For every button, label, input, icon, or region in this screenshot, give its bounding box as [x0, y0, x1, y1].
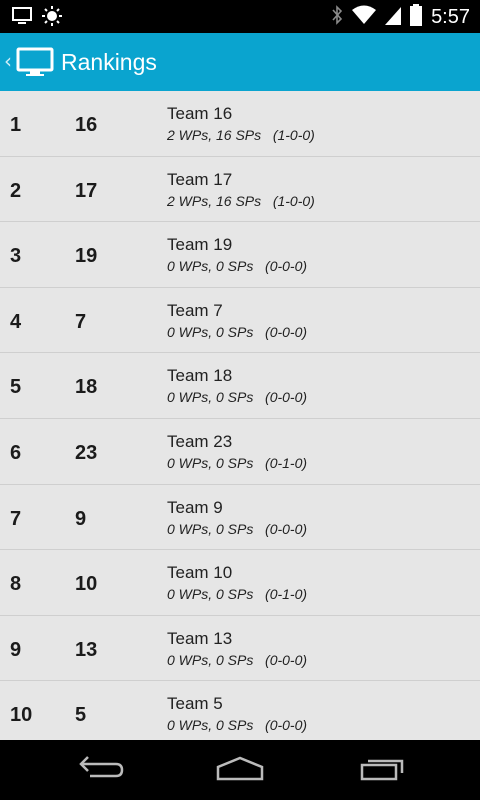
signal-icon: [385, 5, 402, 29]
recent-apps-icon: [358, 755, 406, 785]
team-stats: 0 WPs, 0 SPs (0-0-0): [167, 389, 308, 406]
back-icon: [76, 754, 124, 786]
rank-position: 4: [10, 310, 22, 333]
bluetooth-icon: [331, 4, 343, 30]
team-name: Team 19: [167, 235, 233, 255]
team-stats: 0 WPs, 0 SPs (0-0-0): [167, 520, 308, 537]
list-item[interactable]: 7 9 Team 9 0 WPs, 0 SPs (0-0-0): [0, 485, 480, 551]
team-stats: 2 WPs, 16 SPs (1-0-0): [167, 192, 315, 209]
team-name: Team 10: [167, 563, 233, 583]
list-item[interactable]: 6 23 Team 23 0 WPs, 0 SPs (0-1-0): [0, 419, 480, 485]
team-name: Team 7: [167, 300, 223, 320]
list-item[interactable]: 8 10 Team 10 0 WPs, 0 SPs (0-1-0): [0, 550, 480, 616]
team-stats: 0 WPs, 0 SPs (0-0-0): [167, 651, 308, 668]
screen-notification-icon: [12, 7, 32, 29]
rank-position: 7: [10, 507, 22, 530]
team-name: Team 17: [167, 169, 233, 189]
team-name: Team 9: [167, 497, 223, 517]
team-number: 13: [75, 638, 98, 661]
team-stats: 0 WPs, 0 SPs (0-1-0): [167, 586, 308, 603]
list-item[interactable]: 2 17 Team 17 2 WPs, 16 SPs (1-0-0): [0, 157, 480, 223]
team-name: Team 13: [167, 628, 233, 648]
list-item[interactable]: 4 7 Team 7 0 WPs, 0 SPs (0-0-0): [0, 288, 480, 354]
team-stats: 0 WPs, 0 SPs (0-0-0): [167, 258, 308, 275]
home-button[interactable]: [214, 754, 266, 786]
home-icon: [215, 755, 265, 785]
rank-position: 8: [10, 573, 22, 596]
clock: 5:57: [431, 6, 470, 28]
team-name: Team 16: [167, 104, 233, 123]
wifi-icon: [352, 5, 377, 29]
recent-apps-button[interactable]: [356, 754, 408, 786]
team-number: 9: [75, 507, 87, 530]
brightness-icon: [42, 6, 62, 30]
rank-position: 1: [10, 114, 22, 136]
rank-position: 3: [10, 245, 22, 268]
team-number: 7: [75, 310, 87, 333]
team-number: 16: [75, 114, 98, 136]
rank-position: 9: [10, 638, 22, 661]
status-bar: 5:57: [0, 0, 480, 33]
team-number: 18: [75, 376, 98, 399]
list-item[interactable]: 9 13 Team 13 0 WPs, 0 SPs (0-0-0): [0, 616, 480, 682]
team-name: Team 18: [167, 366, 233, 386]
list-item[interactable]: 10 5 Team 5 0 WPs, 0 SPs (0-0-0): [0, 681, 480, 740]
rank-position: 10: [10, 704, 33, 727]
navigation-bar: [0, 740, 480, 800]
team-number: 19: [75, 245, 98, 268]
up-caret-icon[interactable]: ‹: [4, 49, 12, 73]
list-item[interactable]: 5 18 Team 18 0 WPs, 0 SPs (0-0-0): [0, 353, 480, 419]
battery-icon: [410, 4, 423, 30]
team-stats: 0 WPs, 0 SPs (0-0-0): [167, 717, 308, 734]
team-number: 10: [75, 573, 98, 596]
rank-position: 2: [10, 179, 22, 202]
list-item[interactable]: 1 16 Team 16 2 WPs, 16 SPs (1-0-0): [0, 91, 480, 157]
list-item[interactable]: 3 19 Team 19 0 WPs, 0 SPs (0-0-0): [0, 222, 480, 288]
team-name: Team 5: [167, 694, 223, 714]
team-number: 5: [75, 704, 87, 727]
team-number: 17: [75, 179, 98, 202]
action-bar: ‹ Rankings: [0, 33, 480, 91]
team-stats: 0 WPs, 0 SPs (0-1-0): [167, 454, 308, 471]
team-stats: 2 WPs, 16 SPs (1-0-0): [167, 127, 315, 143]
rank-position: 6: [10, 441, 22, 464]
rankings-list[interactable]: 1 16 Team 16 2 WPs, 16 SPs (1-0-0) 2 17 …: [0, 91, 480, 740]
app-monitor-icon[interactable]: [16, 47, 54, 81]
team-number: 23: [75, 441, 98, 464]
rank-position: 5: [10, 376, 22, 399]
back-button[interactable]: [74, 754, 126, 786]
page-title: Rankings: [61, 49, 157, 75]
team-stats: 0 WPs, 0 SPs (0-0-0): [167, 323, 308, 340]
team-name: Team 23: [167, 431, 233, 451]
